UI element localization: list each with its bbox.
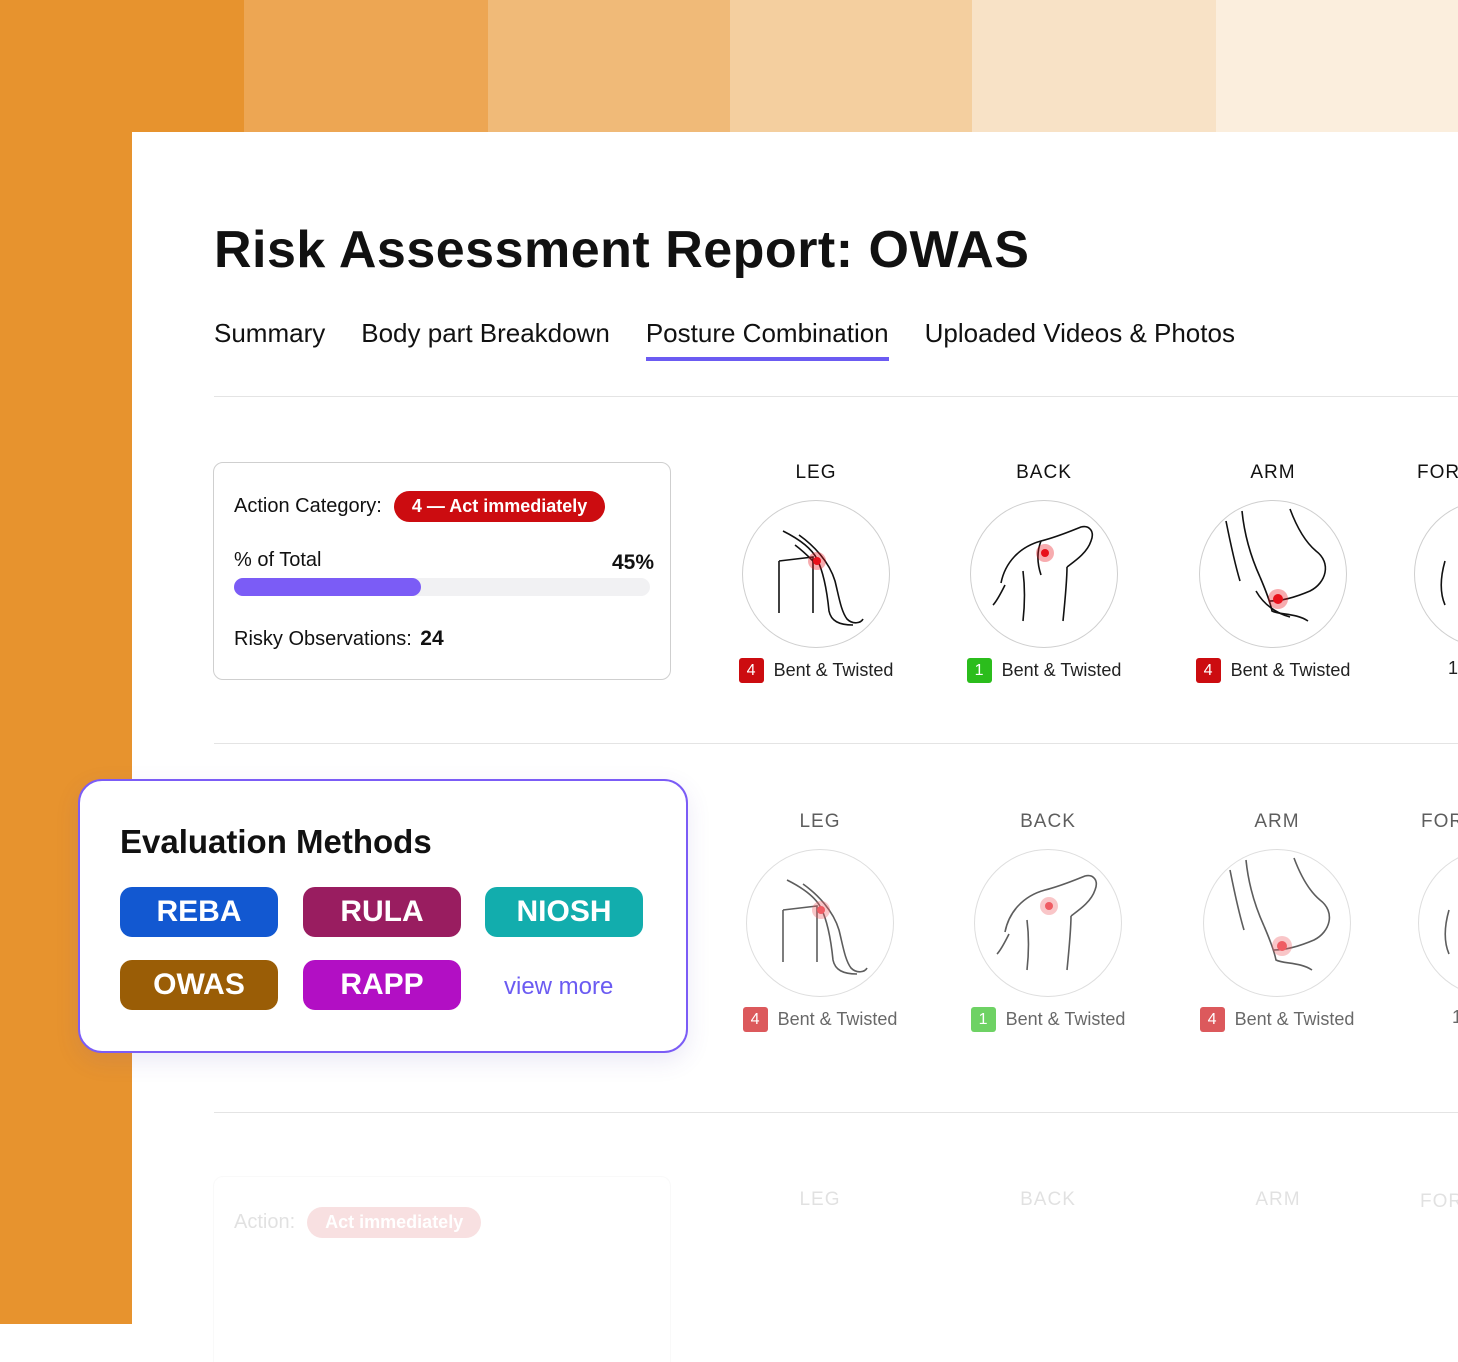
evaluation-methods-title: Evaluation Methods [120,823,432,860]
body-part-title: FOR [1421,811,1458,832]
body-part-leg: LEG 4 Bent & Twisted [730,811,910,1032]
body-part-title: LEG [799,1189,841,1210]
body-part-caption: 4 Bent & Twisted [1183,658,1363,683]
combination-summary-box: Action Category: 4 — Act immediately % o… [213,462,671,680]
body-part-title: BACK [1020,811,1076,832]
divider [214,396,1458,397]
body-part-caption: 4 Bent & Twisted [1187,1007,1367,1032]
leg-icon [746,849,894,997]
tab-posture-combination[interactable]: Posture Combination [645,318,889,361]
color-swatch [244,0,488,132]
risk-score-badge: 1 [966,658,992,683]
color-swatch [972,0,1216,132]
posture-label: Bent & Twisted [1005,1009,1126,1029]
action-category-label: Action: [234,1211,296,1233]
posture-label: Bent & Twisted [1001,660,1122,680]
body-part-caption: 4 Bent & Twisted [726,658,906,683]
arm-icon [1199,500,1347,648]
body-part-title: ARM [1250,462,1296,483]
back-icon [970,500,1118,648]
posture-label: Bent & Twisted [777,1009,898,1029]
percent-progress-bar [234,578,650,596]
body-part-caption: 1 [1418,1007,1458,1028]
method-reba-button[interactable]: REBA [120,887,278,937]
back-icon [974,849,1122,997]
percent-progress-fill [234,578,422,596]
body-part-title: FOR [1417,462,1458,483]
risky-observations-value: 24 [420,627,444,650]
risk-score-value: 1 [1452,1007,1458,1027]
posture-label: Bent & Twisted [1234,1009,1355,1029]
risk-score-badge: 1 [970,1007,996,1032]
method-niosh-button[interactable]: NIOSH [485,887,643,937]
body-part-caption: 1 Bent & Twisted [954,658,1134,683]
action-category-label: Action Category: [234,495,382,517]
report-card: Risk Assessment Report: OWAS Summary Bod… [132,132,1458,1362]
combination-summary-box: Action: Act immediately [213,1176,671,1362]
evaluation-methods-card: Evaluation Methods REBA RULA NIOSH OWAS … [78,779,688,1053]
forearm-icon [1414,500,1458,648]
color-swatch [488,0,730,132]
body-part-title: ARM [1254,811,1300,832]
view-more-link[interactable]: view more [504,973,613,1001]
percent-total-value: 45% [611,551,654,574]
body-part-forearm: FOR 1 [1414,462,1458,679]
method-rula-button[interactable]: RULA [303,887,461,937]
body-part-leg: LEG 4 Bent & Twisted [726,462,906,683]
color-swatch [1216,0,1458,132]
arm-icon [1203,849,1351,997]
risk-score-badge: 4 [1195,658,1221,683]
risk-score-badge: 4 [742,1007,768,1032]
risky-observations-label: Risky Observations: [234,628,412,650]
posture-label: Bent & Twisted [1230,660,1351,680]
body-part-back: BACK 1 Bent & Twisted [954,462,1134,683]
body-part-title: LEG [799,811,841,832]
risk-score-value: 1 [1448,658,1458,678]
percent-total-label: % of Total [234,549,322,571]
action-category-badge: 4 — Act immediately [393,491,606,522]
tab-uploaded-videos-photos[interactable]: Uploaded Videos & Photos [925,318,1235,361]
risk-score-badge: 4 [738,658,764,683]
body-part-back: BACK 1 Bent & Twisted [958,811,1138,1032]
body-part-caption: 4 Bent & Twisted [730,1007,910,1032]
method-owas-button[interactable]: OWAS [120,960,278,1010]
leg-icon [742,500,890,648]
action-category-badge: Act immediately [307,1207,482,1238]
divider [214,1112,1458,1113]
risky-observations: Risky Observations: 24 [234,627,444,651]
body-part-title: BACK [1020,1189,1076,1210]
body-part-arm: ARM 4 Bent & Twisted [1183,462,1363,683]
risk-score-badge: 4 [1199,1007,1225,1032]
method-rapp-button[interactable]: RAPP [303,960,461,1010]
tab-body-part-breakdown[interactable]: Body part Breakdown [361,318,610,361]
divider [214,743,1458,744]
body-part-caption: 1 Bent & Twisted [958,1007,1138,1032]
tab-summary[interactable]: Summary [214,318,325,361]
body-part-forearm: FOR 1 [1418,811,1458,1028]
left-color-strip [0,0,132,1324]
body-part-arm: ARM 4 Bent & Twisted [1187,811,1367,1032]
body-part-title: BACK [1016,462,1072,483]
body-part-title: FOR [1420,1191,1458,1212]
posture-label: Bent & Twisted [773,660,894,680]
tab-bar: Summary Body part Breakdown Posture Comb… [214,318,1271,361]
page-title: Risk Assessment Report: OWAS [214,221,1030,279]
forearm-icon [1418,849,1458,997]
body-part-title: LEG [795,462,837,483]
color-swatch [730,0,972,132]
body-part-caption: 1 [1414,658,1458,679]
body-part-title: ARM [1255,1189,1301,1210]
